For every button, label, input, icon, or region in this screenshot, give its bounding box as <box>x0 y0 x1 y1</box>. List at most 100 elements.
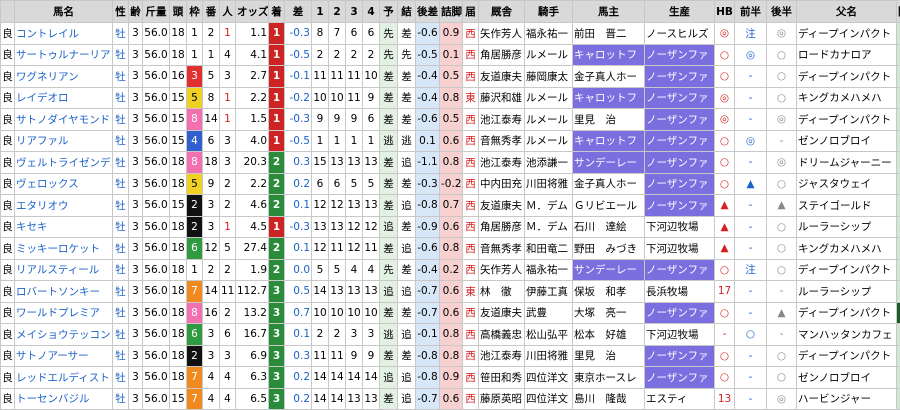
column-header[interactable]: 性 <box>113 1 129 23</box>
cond-cell: 良 <box>1 259 15 281</box>
column-header[interactable]: 3 <box>346 1 363 23</box>
popularity-cell: 2 <box>220 195 236 217</box>
column-header[interactable]: 後半 <box>767 1 797 23</box>
horse-name-link[interactable]: キセキ <box>15 216 113 238</box>
region-cell: 西 <box>463 23 479 45</box>
column-header[interactable]: 2 <box>329 1 346 23</box>
table-row[interactable]: 良サートゥルナーリア牡356.0181144.11-0.52222先先-0.50… <box>1 44 900 66</box>
horse-name-link[interactable]: コントレイル <box>15 23 113 45</box>
table-row[interactable]: 良リアルスティール牡356.0181221.920.05544先差-0.40.2… <box>1 259 900 281</box>
table-row[interactable]: 良サトノアーサー牡356.0182336.930.3111199差差-0.80.… <box>1 345 900 367</box>
jockey-cell: 川田将雅 <box>525 173 573 195</box>
table-row[interactable]: 良エタリオウ牡356.0152324.620.112121313差追-0.80.… <box>1 195 900 217</box>
column-header[interactable]: 後差 <box>416 1 440 23</box>
age-cell: 3 <box>129 302 143 324</box>
owner-cell: 保坂 和孝 <box>573 281 645 303</box>
table-row[interactable]: 良メイショウテッコン牡356.01863616.730.12233逃追-0.10… <box>1 324 900 346</box>
table-row[interactable]: 良ワールドプレミア牡356.018816213.230.710101010差差-… <box>1 302 900 324</box>
horse-name-link[interactable]: レイデオロ <box>15 87 113 109</box>
close-cell: 0.9 <box>440 367 463 389</box>
horse-name-link[interactable]: ヴェルトライゼンデ <box>15 152 113 174</box>
table-row[interactable]: 良ミッキーロケット牡356.018612527.420.112111211差追-… <box>1 238 900 260</box>
trainer-cell: 中内田充 <box>479 173 525 195</box>
column-header[interactable]: 馬主 <box>573 1 645 23</box>
back-half-cell: ○ <box>767 259 797 281</box>
pos1-cell: 12 <box>312 238 329 260</box>
horse-name-link[interactable]: レッドエルディスト <box>15 367 113 389</box>
horse-name-link[interactable]: メイショウテッコン <box>15 324 113 346</box>
horse-name-link[interactable]: ミッキーロケット <box>15 238 113 260</box>
table-row[interactable]: 良リアファル牡356.0154634.01-0.51111逃逃0.10.6西音無… <box>1 130 900 152</box>
field-size-cell: 16 <box>170 66 187 88</box>
table-row[interactable]: 良レッドエルディスト牡356.0187446.330.214141414追追-0… <box>1 367 900 389</box>
horse-name-link[interactable]: エタリオウ <box>15 195 113 217</box>
back-half-cell: - <box>767 324 797 346</box>
close-cell: 0.6 <box>440 216 463 238</box>
margin-cell: 0.0 <box>285 259 312 281</box>
breeder-cell: ノーザンファ <box>645 130 715 152</box>
interval-cell: 16 <box>897 66 900 88</box>
column-header[interactable]: 前半 <box>735 1 767 23</box>
late-diff-cell: -0.6 <box>416 109 440 131</box>
placing-cell: 1 <box>269 216 285 238</box>
sex-cell: 牡 <box>113 44 129 66</box>
jockey-cell: 福永祐一 <box>525 23 573 45</box>
table-row[interactable]: 良レイデオロ牡356.0155812.21-0.21010119差差-0.40.… <box>1 87 900 109</box>
column-header[interactable]: 枠 <box>187 1 203 23</box>
column-header[interactable]: 厩舎 <box>479 1 525 23</box>
table-row[interactable]: 良ロバートソンキー牡356.01871411112.730.514131313追… <box>1 281 900 303</box>
table-row[interactable]: 良キセキ牡356.0182314.51-0.313131212追差-0.90.6… <box>1 216 900 238</box>
horse-name-link[interactable]: ロバートソンキー <box>15 281 113 303</box>
column-header[interactable]: 1 <box>312 1 329 23</box>
column-header[interactable]: 結 <box>398 1 416 23</box>
hb-cell: ○ <box>715 152 735 174</box>
horse-name-link[interactable]: サトノダイヤモンド <box>15 109 113 131</box>
weight-cell: 56.0 <box>143 87 170 109</box>
horse-name-link[interactable]: ワールドプレミア <box>15 302 113 324</box>
table-row[interactable]: 良トーセンバジル牡356.0157446.530.214141313差追-0.7… <box>1 388 900 410</box>
jockey-cell: Ｍ．デム <box>525 216 573 238</box>
column-header[interactable]: 父名 <box>797 1 897 23</box>
column-header[interactable]: HB <box>715 1 735 23</box>
column-header[interactable]: 番 <box>203 1 220 23</box>
table-row[interactable]: 良サトノダイヤモンド牡356.01581411.51-0.39996差差-0.6… <box>1 109 900 131</box>
column-header[interactable]: 生産 <box>645 1 715 23</box>
column-header[interactable]: 騎手 <box>525 1 573 23</box>
horse-name-link[interactable]: ワグネリアン <box>15 66 113 88</box>
sire-cell: ルーラーシップ <box>797 216 897 238</box>
column-header[interactable] <box>1 1 15 23</box>
column-header[interactable]: 馬名 <box>15 1 113 23</box>
horse-name-link[interactable]: リアルスティール <box>15 259 113 281</box>
column-header[interactable]: 頭 <box>170 1 187 23</box>
column-header[interactable]: 4 <box>363 1 380 23</box>
horse-name-link[interactable]: サートゥルナーリア <box>15 44 113 66</box>
horse-name-link[interactable]: ヴェロックス <box>15 173 113 195</box>
late-diff-cell: -0.7 <box>416 388 440 410</box>
hb-cell: ◎ <box>715 23 735 45</box>
horse-name-link[interactable]: リアファル <box>15 130 113 152</box>
age-cell: 3 <box>129 216 143 238</box>
sire-cell: ルーラーシップ <box>797 281 897 303</box>
number-cell: 3 <box>203 324 220 346</box>
popularity-cell: 1 <box>220 109 236 131</box>
column-header[interactable]: 詰脚 <box>440 1 463 23</box>
close-cell: 0.8 <box>440 345 463 367</box>
interval-cell: 16 <box>897 44 900 66</box>
column-header[interactable]: 人 <box>220 1 236 23</box>
column-header[interactable]: 着 <box>269 1 285 23</box>
column-header[interactable]: 届 <box>463 1 479 23</box>
jockey-cell: 和田竜二 <box>525 238 573 260</box>
table-row[interactable]: 良ヴェルトライゼンデ牡356.018818320.320.315131313差追… <box>1 152 900 174</box>
cond-cell: 良 <box>1 216 15 238</box>
horse-name-link[interactable]: サトノアーサー <box>15 345 113 367</box>
table-row[interactable]: 良コントレイル牡356.0181211.11-0.38766先差-0.60.9西… <box>1 23 900 45</box>
column-header[interactable]: 斤量 <box>143 1 170 23</box>
column-header[interactable]: 予 <box>380 1 398 23</box>
table-row[interactable]: 良ワグネリアン牡356.0163532.71-0.111111110差差-0.4… <box>1 66 900 88</box>
column-header[interactable]: 齢 <box>129 1 143 23</box>
horse-name-link[interactable]: トーセンバジル <box>15 388 113 410</box>
column-header[interactable]: 差 <box>285 1 312 23</box>
column-header[interactable]: 開隔 <box>897 1 900 23</box>
column-header[interactable]: オッズ <box>236 1 269 23</box>
table-row[interactable]: 良ヴェロックス牡356.0185922.220.26655差差-0.3-0.2西… <box>1 173 900 195</box>
